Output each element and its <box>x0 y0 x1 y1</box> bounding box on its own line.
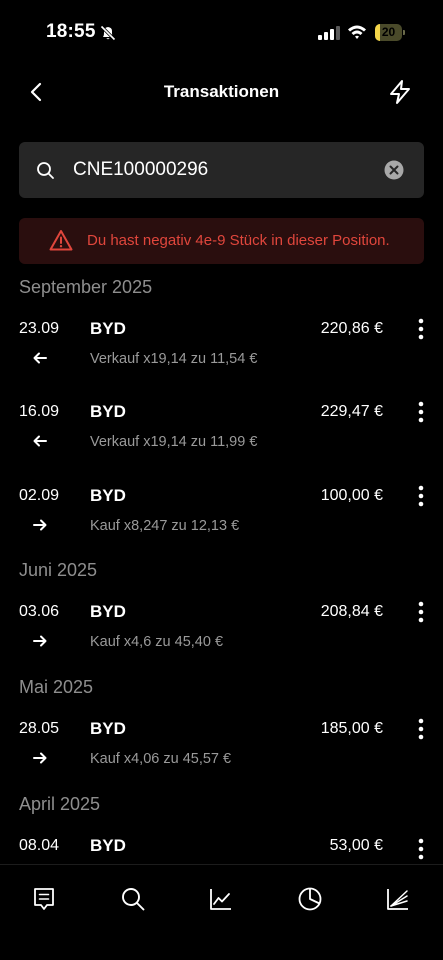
more-options-icon[interactable] <box>410 600 432 624</box>
nav-bar: Transaktionen <box>0 66 443 118</box>
status-bar: 18:55 20 <box>0 0 443 66</box>
search-icon[interactable] <box>120 886 146 912</box>
arrow-right-icon <box>33 752 47 764</box>
transaction-date: 08.04 <box>19 837 60 854</box>
page-title: Transaktionen <box>163 82 280 101</box>
battery-icon: 20 <box>375 24 405 41</box>
search-bar <box>19 142 424 198</box>
transaction-date: 23.09 <box>19 320 60 337</box>
transaction-detail: Kauf x8,247 zu 12,13 € <box>90 518 240 534</box>
wifi-icon <box>348 25 366 39</box>
transaction-date: 28.05 <box>19 720 60 737</box>
transaction-date: 16.09 <box>19 403 60 420</box>
search-icon <box>37 162 54 179</box>
feed-icon[interactable] <box>31 886 57 912</box>
transaction-row[interactable]: 02.09 BYD 100,00 € Kauf x8,247 zu 12,13 … <box>0 484 443 557</box>
transaction-amount: 100,00 € <box>320 487 383 504</box>
transaction-name: BYD <box>90 402 126 421</box>
warning-banner: Du hast negativ 4e-9 Stück in dieser Pos… <box>19 218 424 264</box>
transaction-name: BYD <box>90 486 126 505</box>
transaction-row[interactable]: 03.06 BYD 208,84 € Kauf x4,6 zu 45,40 € <box>0 600 443 673</box>
warning-icon <box>49 230 73 251</box>
transaction-detail: Verkauf x19,14 zu 11,54 € <box>90 351 258 367</box>
pie-chart-icon[interactable] <box>297 886 323 912</box>
transaction-row[interactable]: 23.09 BYD 220,86 € Verkauf x19,14 zu 11,… <box>0 317 443 390</box>
transaction-amount: 208,84 € <box>320 603 383 620</box>
transaction-name: BYD <box>90 602 126 621</box>
more-options-icon[interactable] <box>410 717 432 741</box>
transaction-name: BYD <box>90 319 126 338</box>
more-options-icon[interactable] <box>410 400 432 424</box>
clear-search-icon[interactable] <box>384 160 404 180</box>
status-time: 18:55 <box>46 21 96 42</box>
transaction-row[interactable]: 08.04 BYD 53,00 € <box>0 837 443 864</box>
transaction-name: BYD <box>90 837 126 855</box>
transaction-amount: 53,00 € <box>329 837 383 854</box>
month-header: April 2025 <box>19 794 101 814</box>
arrow-left-icon <box>33 352 47 364</box>
warning-text: Du hast negativ 4e-9 Stück in dieser Pos… <box>87 232 390 249</box>
month-header: Juni 2025 <box>19 560 98 580</box>
signal-icon <box>318 26 340 40</box>
more-options-icon[interactable] <box>410 837 432 861</box>
transaction-date: 03.06 <box>19 603 60 620</box>
transaction-row[interactable]: 16.09 BYD 229,47 € Verkauf x19,14 zu 11,… <box>0 400 443 473</box>
arrow-left-icon <box>33 435 47 447</box>
transaction-row[interactable]: 28.05 BYD 185,00 € Kauf x4,06 zu 45,57 € <box>0 717 443 790</box>
transaction-detail: Kauf x4,6 zu 45,40 € <box>90 634 224 650</box>
transaction-amount: 229,47 € <box>320 403 383 420</box>
transaction-date: 02.09 <box>19 487 60 504</box>
chart-icon[interactable] <box>208 886 234 912</box>
month-header: September 2025 <box>19 277 153 297</box>
more-options-icon[interactable] <box>410 317 432 341</box>
more-options-icon[interactable] <box>410 484 432 508</box>
tab-bar <box>0 864 443 960</box>
transaction-amount: 185,00 € <box>320 720 383 737</box>
transaction-amount: 220,86 € <box>320 320 383 337</box>
transaction-name: BYD <box>90 719 126 738</box>
battery-level: 20 <box>381 25 396 39</box>
arrow-right-icon <box>33 635 47 647</box>
bolt-icon[interactable] <box>386 78 414 106</box>
search-input[interactable] <box>73 142 373 198</box>
lines-icon[interactable] <box>385 886 411 912</box>
transaction-detail: Verkauf x19,14 zu 11,99 € <box>90 434 258 450</box>
transaction-detail: Kauf x4,06 zu 45,57 € <box>90 751 232 767</box>
month-header: Mai 2025 <box>19 677 94 697</box>
bell-off-icon <box>100 25 116 41</box>
arrow-right-icon <box>33 519 47 531</box>
